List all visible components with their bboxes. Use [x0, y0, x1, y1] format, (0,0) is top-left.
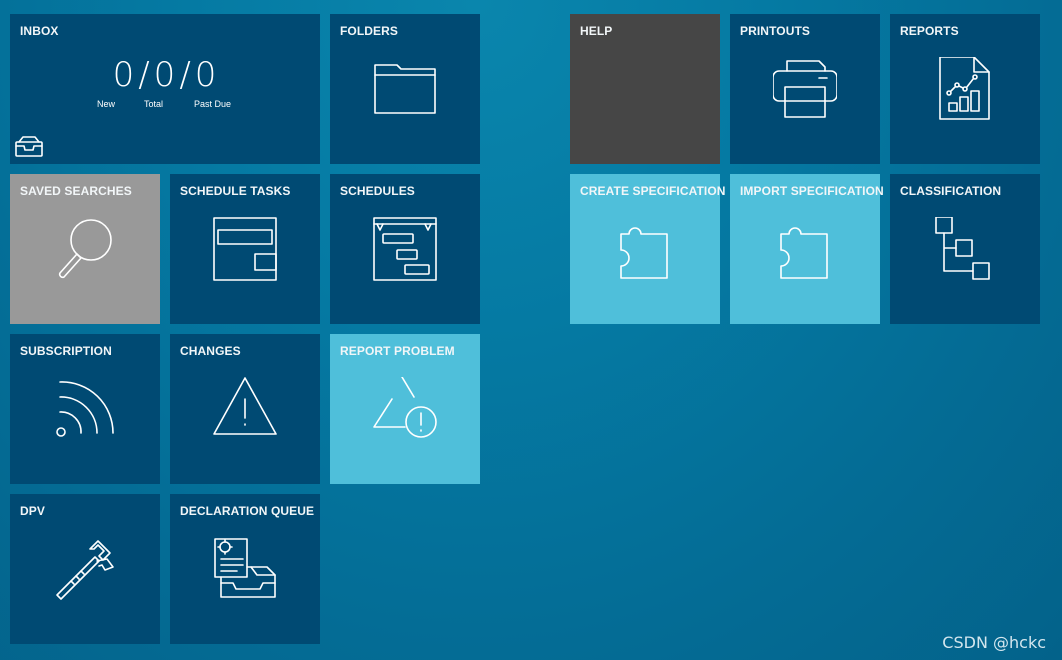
- printer-icon: [773, 60, 837, 118]
- inbox-label-past-due: Past Due: [194, 99, 232, 109]
- tile-inbox[interactable]: INBOX 0/0/0 New Total Past Due: [10, 14, 320, 164]
- tile-label: SAVED SEARCHES: [20, 184, 132, 198]
- tile-label: DECLARATION QUEUE: [180, 504, 315, 518]
- gantt-icon: [373, 217, 437, 281]
- tile-schedules[interactable]: SCHEDULES: [330, 174, 480, 324]
- tile-help[interactable]: HELP: [570, 14, 720, 164]
- hierarchy-icon: [935, 217, 990, 280]
- tile-label: FOLDERS: [340, 24, 399, 38]
- tile-import-specification[interactable]: IMPORT SPECIFICATION: [730, 174, 884, 324]
- tile-changes[interactable]: CHANGES: [170, 334, 320, 484]
- tile-label: CLASSIFICATION: [900, 184, 1002, 198]
- inbox-tray-icon: [15, 136, 43, 157]
- tile-label: SUBSCRIPTION: [20, 344, 112, 358]
- tile-classification[interactable]: CLASSIFICATION: [890, 174, 1040, 324]
- watermark: CSDN @hckc: [942, 633, 1046, 652]
- counter-separator: /: [138, 55, 151, 95]
- tile-label: INBOX: [20, 24, 59, 38]
- certificate-tray-icon: [214, 538, 276, 598]
- tile-label: SCHEDULE TASKS: [180, 184, 291, 198]
- tile-subscription[interactable]: SUBSCRIPTION: [10, 334, 160, 484]
- tile-label: CREATE SPECIFICATION: [580, 184, 726, 198]
- inbox-count-past-due: 0: [194, 55, 218, 95]
- caliper-icon: [56, 540, 114, 600]
- tile-declaration-queue[interactable]: DECLARATION QUEUE: [170, 494, 320, 644]
- tile-printouts[interactable]: PRINTOUTS: [730, 14, 880, 164]
- schedule-task-icon: [213, 217, 277, 281]
- tile-label: DPV: [20, 504, 45, 518]
- tile-reports[interactable]: REPORTS: [890, 14, 1040, 164]
- inbox-count-total: 0: [153, 55, 177, 95]
- inbox-count-new: 0: [112, 55, 136, 95]
- tile-label: REPORTS: [900, 24, 959, 38]
- warning-triangle-icon: [213, 377, 277, 435]
- tile-schedule-tasks[interactable]: SCHEDULE TASKS: [170, 174, 320, 324]
- tile-report-problem[interactable]: REPORT PROBLEM: [330, 334, 480, 484]
- folder-icon: [374, 64, 436, 114]
- tile-label: PRINTOUTS: [740, 24, 811, 38]
- tile-create-specification[interactable]: CREATE SPECIFICATION: [570, 174, 725, 324]
- tile-saved-searches[interactable]: SAVED SEARCHES: [10, 174, 160, 324]
- counter-separator: /: [179, 55, 192, 95]
- tile-label: SCHEDULES: [340, 184, 415, 198]
- inbox-label-total: Total: [144, 99, 164, 109]
- tile-dpv[interactable]: DPV: [10, 494, 160, 644]
- tile-label: REPORT PROBLEM: [340, 344, 455, 358]
- tile-label: IMPORT SPECIFICATION: [740, 184, 884, 198]
- rss-icon: [56, 381, 114, 437]
- inbox-label-new: New: [97, 99, 116, 109]
- puzzle-icon: [620, 227, 668, 279]
- tile-label: HELP: [580, 24, 613, 38]
- magnifier-icon: [58, 219, 112, 279]
- inbox-counters: 0/0/0: [10, 58, 320, 92]
- tile-folders[interactable]: FOLDERS: [330, 14, 480, 164]
- report-problem-icon: [373, 377, 437, 438]
- tile-label: CHANGES: [180, 344, 241, 358]
- puzzle-icon: [780, 227, 828, 279]
- report-chart-icon: [939, 57, 990, 120]
